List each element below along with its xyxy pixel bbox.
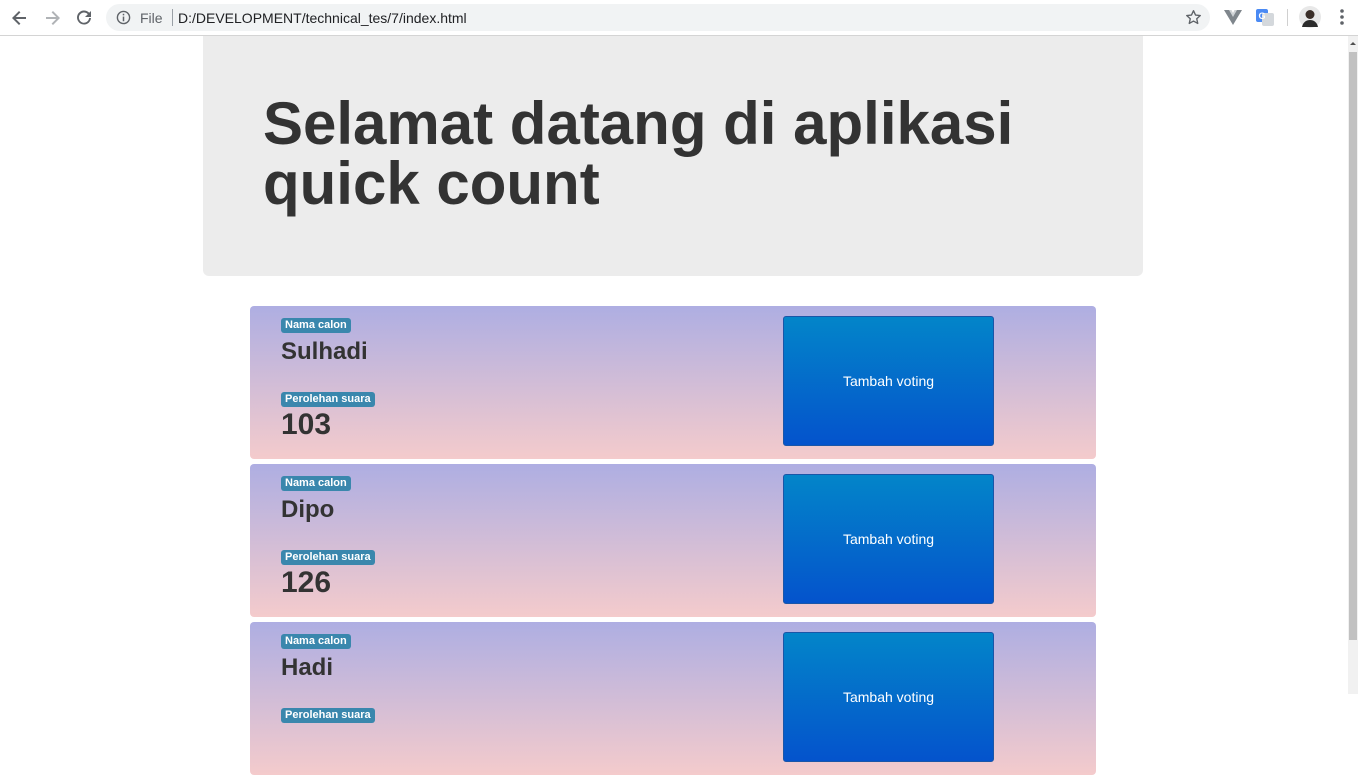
candidate-name: Dipo bbox=[281, 496, 335, 523]
url-text[interactable]: D:/DEVELOPMENT/technical_tes/7/index.htm… bbox=[178, 10, 467, 26]
star-icon[interactable] bbox=[1185, 9, 1202, 26]
candidate-name: Hadi bbox=[281, 654, 334, 681]
add-vote-button[interactable]: Tambah voting bbox=[783, 316, 994, 446]
votes-badge: Perolehan suara bbox=[281, 392, 375, 407]
candidate-card: Nama calon Hadi Perolehan suara Tambah v… bbox=[250, 622, 1096, 775]
name-badge: Nama calon bbox=[281, 318, 351, 333]
votes-badge: Perolehan suara bbox=[281, 708, 375, 723]
votes-badge: Perolehan suara bbox=[281, 550, 375, 565]
candidate-card: Nama calon Dipo Perolehan suara 126 Tamb… bbox=[250, 464, 1096, 617]
menu-icon[interactable] bbox=[1335, 7, 1349, 27]
browser-toolbar: File D:/DEVELOPMENT/technical_tes/7/inde… bbox=[0, 0, 1358, 36]
vuejs-extension-icon[interactable] bbox=[1223, 7, 1243, 27]
scrollbar-thumb[interactable] bbox=[1349, 52, 1357, 640]
name-badge: Nama calon bbox=[281, 476, 351, 491]
candidate-name: Sulhadi bbox=[281, 338, 368, 365]
back-icon[interactable] bbox=[8, 6, 32, 30]
candidate-card: Nama calon Sulhadi Perolehan suara 103 T… bbox=[250, 306, 1096, 459]
add-vote-button[interactable]: Tambah voting bbox=[783, 474, 994, 604]
profile-avatar[interactable] bbox=[1299, 6, 1321, 28]
scheme-label: File bbox=[140, 10, 163, 26]
page-title: Selamat datang di aplikasi quick count bbox=[263, 90, 1014, 217]
forward-icon[interactable] bbox=[40, 6, 64, 30]
omnibox-divider bbox=[172, 9, 173, 26]
reload-icon[interactable] bbox=[72, 6, 96, 30]
translate-extension-icon[interactable]: G bbox=[1255, 7, 1275, 27]
jumbotron: Selamat datang di aplikasi quick count bbox=[203, 36, 1143, 276]
vote-count: 126 bbox=[281, 566, 332, 599]
scroll-up-icon[interactable] bbox=[1348, 38, 1358, 48]
vote-count: 103 bbox=[281, 408, 332, 441]
toolbar-divider bbox=[1287, 9, 1288, 26]
svg-text:G: G bbox=[1259, 11, 1266, 21]
add-vote-button[interactable]: Tambah voting bbox=[783, 632, 994, 762]
scrollbar[interactable] bbox=[1348, 36, 1358, 694]
info-icon[interactable] bbox=[116, 10, 131, 25]
address-bar[interactable]: File D:/DEVELOPMENT/technical_tes/7/inde… bbox=[106, 4, 1210, 31]
name-badge: Nama calon bbox=[281, 634, 351, 649]
